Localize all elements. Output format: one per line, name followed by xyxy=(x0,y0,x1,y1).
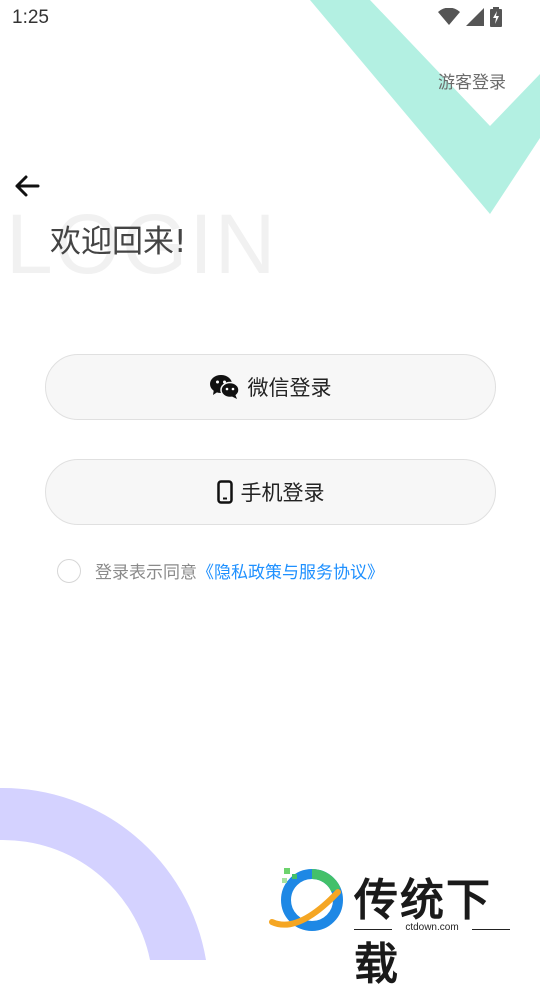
status-time: 1:25 xyxy=(12,7,49,28)
wechat-login-button[interactable]: 微信登录 xyxy=(45,354,496,420)
brand-logo: 传统下载 ctdown.com xyxy=(268,862,518,990)
phone-login-label: 手机登录 xyxy=(240,481,325,505)
brand-domain: ctdown.com xyxy=(405,922,459,933)
wechat-icon xyxy=(209,375,240,399)
brand-logo-icon xyxy=(269,868,343,931)
status-icons xyxy=(438,7,502,27)
agreement-checkbox[interactable] xyxy=(57,558,81,583)
battery-charging-icon xyxy=(490,7,502,27)
agreement-row: 登录表示同意 《隐私政策与服务协议》 xyxy=(57,558,384,583)
wifi-icon xyxy=(438,8,460,25)
wechat-login-label: 微信登录 xyxy=(247,376,332,400)
phone-login-button[interactable]: 手机登录 xyxy=(45,459,496,525)
status-bar: 1:25 xyxy=(0,0,540,36)
decorative-arc-shape xyxy=(0,787,206,960)
cellular-signal-icon xyxy=(466,8,484,26)
privacy-policy-link[interactable]: 《隐私政策与服务协议》 xyxy=(197,558,384,583)
welcome-title: 欢迎回来! xyxy=(50,224,187,260)
agreement-text: 登录表示同意 xyxy=(95,563,197,583)
guest-login-link[interactable]: 游客登录 xyxy=(438,68,506,93)
mobile-phone-icon xyxy=(216,480,233,504)
